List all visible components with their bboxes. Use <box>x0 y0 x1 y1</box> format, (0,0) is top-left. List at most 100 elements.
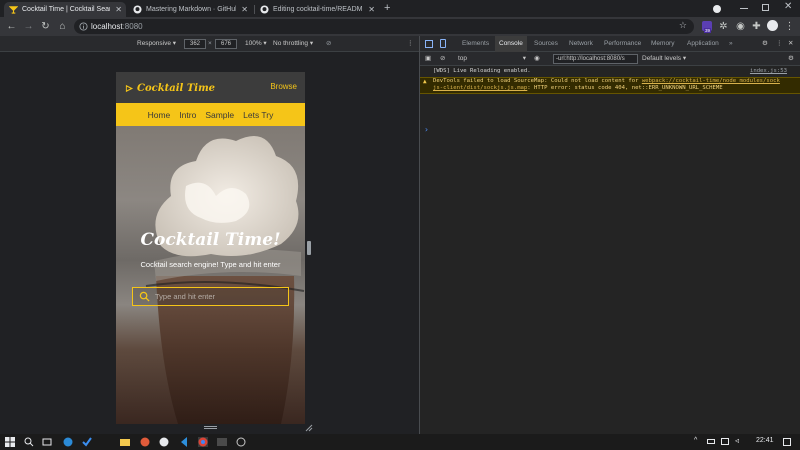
figma-icon[interactable] <box>159 437 169 447</box>
console-toolbar: ▣ ⊘ top ▾ ◉ -url:http://localhost:8080/s … <box>420 52 800 66</box>
tab-network[interactable]: Network <box>565 36 597 52</box>
browser-toolbar: ← → ↻ ⌂ localhost:8080 ☆ 39 ✲ ◉ ✚ ⋮ <box>0 17 800 36</box>
search-box <box>132 287 289 306</box>
tab-strip: Cocktail Time | Cocktail Search E ✕ Mast… <box>0 0 800 17</box>
viewport-bottom-resize-handle[interactable] <box>204 426 217 429</box>
nav-home[interactable]: Home <box>148 110 171 120</box>
task-view-icon[interactable] <box>42 437 52 447</box>
close-devtools-icon[interactable]: ✕ <box>784 36 797 52</box>
misc-app-icon[interactable] <box>236 437 246 447</box>
info-icon[interactable] <box>79 22 88 31</box>
device-mode-select[interactable]: Responsive ▾ <box>137 40 176 48</box>
hero-section: Cocktail Time! Cocktail search engine! T… <box>116 126 305 424</box>
device-mode-label: Responsive <box>137 40 171 47</box>
vpn-extension-icon[interactable]: ◉ <box>735 21 746 32</box>
tab-application[interactable]: Application <box>683 36 723 52</box>
log-levels-select[interactable]: Default levels ▾ <box>642 54 686 64</box>
brand-logo[interactable]: Cocktail Time <box>125 81 215 95</box>
minimize-icon[interactable] <box>740 8 748 9</box>
windows-start-icon[interactable] <box>5 437 15 447</box>
volume-icon[interactable]: ◃ <box>735 436 739 445</box>
terminal-icon[interactable] <box>217 437 227 447</box>
rotate-icon[interactable]: ⊘ <box>326 40 331 48</box>
cocktail-logo-icon <box>125 84 134 92</box>
notifications-icon[interactable] <box>783 438 791 446</box>
slack-icon[interactable] <box>140 437 150 447</box>
warning-tail: : HTTP error: status code 404, net::ERR_… <box>527 85 723 91</box>
device-toggle-icon[interactable] <box>440 39 446 48</box>
tab-sources[interactable]: Sources <box>530 36 562 52</box>
zoom-select[interactable]: 100% ▾ <box>245 40 267 48</box>
maximize-icon[interactable] <box>762 4 769 11</box>
live-expression-eye-icon[interactable]: ◉ <box>534 54 540 64</box>
console-settings-gear-icon[interactable]: ⚙ <box>788 54 794 64</box>
more-tabs-icon[interactable]: » <box>725 36 737 52</box>
url-host: localhost <box>91 22 123 31</box>
address-bar[interactable]: localhost:8080 ☆ <box>74 19 694 34</box>
console-prompt[interactable]: › <box>424 125 429 134</box>
close-tab-icon[interactable]: ✕ <box>241 2 248 17</box>
warning-icon: ▲ <box>423 78 427 85</box>
gear-extension-icon[interactable]: ✲ <box>718 21 729 32</box>
console-output: [WDS] Live Reloading enabled. index.js:5… <box>420 66 800 434</box>
search-input[interactable] <box>155 290 285 303</box>
sidebar-toggle-icon[interactable]: ▣ <box>425 54 431 64</box>
settings-gear-icon[interactable]: ⚙ <box>758 36 772 52</box>
reload-icon[interactable]: ↻ <box>40 21 51 32</box>
devtools-panel: Elements Console Sources Network Perform… <box>419 36 800 434</box>
network-icon[interactable] <box>721 438 729 445</box>
browse-link[interactable]: Browse <box>270 82 297 91</box>
tab-cocktail-time[interactable]: Cocktail Time | Cocktail Search E ✕ <box>4 2 126 17</box>
context-select[interactable]: top ▾ <box>458 54 526 64</box>
console-filter-input[interactable]: -url:http://localhost:8080/s <box>553 54 638 64</box>
clear-console-icon[interactable]: ⊘ <box>440 54 445 64</box>
nav-lets-try[interactable]: Lets Try <box>243 110 273 120</box>
vscode-icon[interactable] <box>179 437 189 447</box>
warning-text: DevTools failed to load SourceMap: Could… <box>433 78 642 84</box>
throttle-select[interactable]: No throttling ▾ <box>273 40 313 48</box>
inspect-element-icon[interactable] <box>425 40 433 48</box>
app-header: Cocktail Time Browse <box>116 72 305 103</box>
tray-chevron-icon[interactable]: ^ <box>694 437 697 444</box>
close-window-icon[interactable]: ✕ <box>784 1 792 12</box>
edge-icon[interactable] <box>63 437 73 447</box>
puzzle-extensions-icon[interactable]: ✚ <box>751 21 762 32</box>
todo-check-icon[interactable] <box>82 437 92 447</box>
menu-kebab-icon[interactable]: ⋮ <box>784 21 795 32</box>
tab-performance[interactable]: Performance <box>600 36 645 52</box>
tab-console[interactable]: Console <box>495 36 527 52</box>
windows-taskbar: ^ ◃ 22:41 <box>0 434 800 450</box>
log-levels-label: Default levels <box>642 55 682 62</box>
home-icon[interactable]: ⌂ <box>57 21 68 32</box>
battery-icon[interactable] <box>707 439 715 444</box>
forward-arrow-icon[interactable]: → <box>23 21 34 32</box>
tab-elements[interactable]: Elements <box>458 36 493 52</box>
tab-editing-readme[interactable]: Editing cocktail-time/README.m ✕ <box>255 2 379 17</box>
bookmark-star-icon[interactable]: ☆ <box>679 20 687 31</box>
viewport-resize-handle[interactable] <box>307 241 311 255</box>
tab-mastering-markdown[interactable]: Mastering Markdown · GitHub G ✕ <box>128 2 252 17</box>
back-arrow-icon[interactable]: ← <box>6 21 17 32</box>
search-taskbar-icon[interactable] <box>24 437 34 447</box>
avatar[interactable] <box>767 20 778 31</box>
github-icon <box>260 5 269 14</box>
nav-sample[interactable]: Sample <box>205 110 234 120</box>
file-explorer-icon[interactable] <box>120 437 130 447</box>
close-tab-icon[interactable]: ✕ <box>115 2 122 17</box>
chrome-icon[interactable] <box>198 437 208 447</box>
profile-dot-icon[interactable] <box>713 5 721 13</box>
device-toolbar: Responsive ▾ 362 × 676 100% ▾ No throttl… <box>0 36 419 52</box>
github-icon <box>133 5 142 14</box>
nav-intro[interactable]: Intro <box>179 110 196 120</box>
search-icon <box>139 291 150 302</box>
close-tab-icon[interactable]: ✕ <box>368 2 375 17</box>
log-source-link[interactable]: index.js:53 <box>750 68 787 75</box>
tab-memory[interactable]: Memory <box>647 36 678 52</box>
resize-corner-icon[interactable] <box>305 424 313 432</box>
viewport-width-input[interactable]: 362 <box>184 39 206 49</box>
viewport-height-input[interactable]: 676 <box>215 39 237 49</box>
new-tab-button[interactable]: + <box>384 2 390 15</box>
device-menu-kebab-icon[interactable]: ⋮ <box>407 40 414 48</box>
clock[interactable]: 22:41 <box>756 437 774 444</box>
url-port: :8080 <box>122 22 143 31</box>
